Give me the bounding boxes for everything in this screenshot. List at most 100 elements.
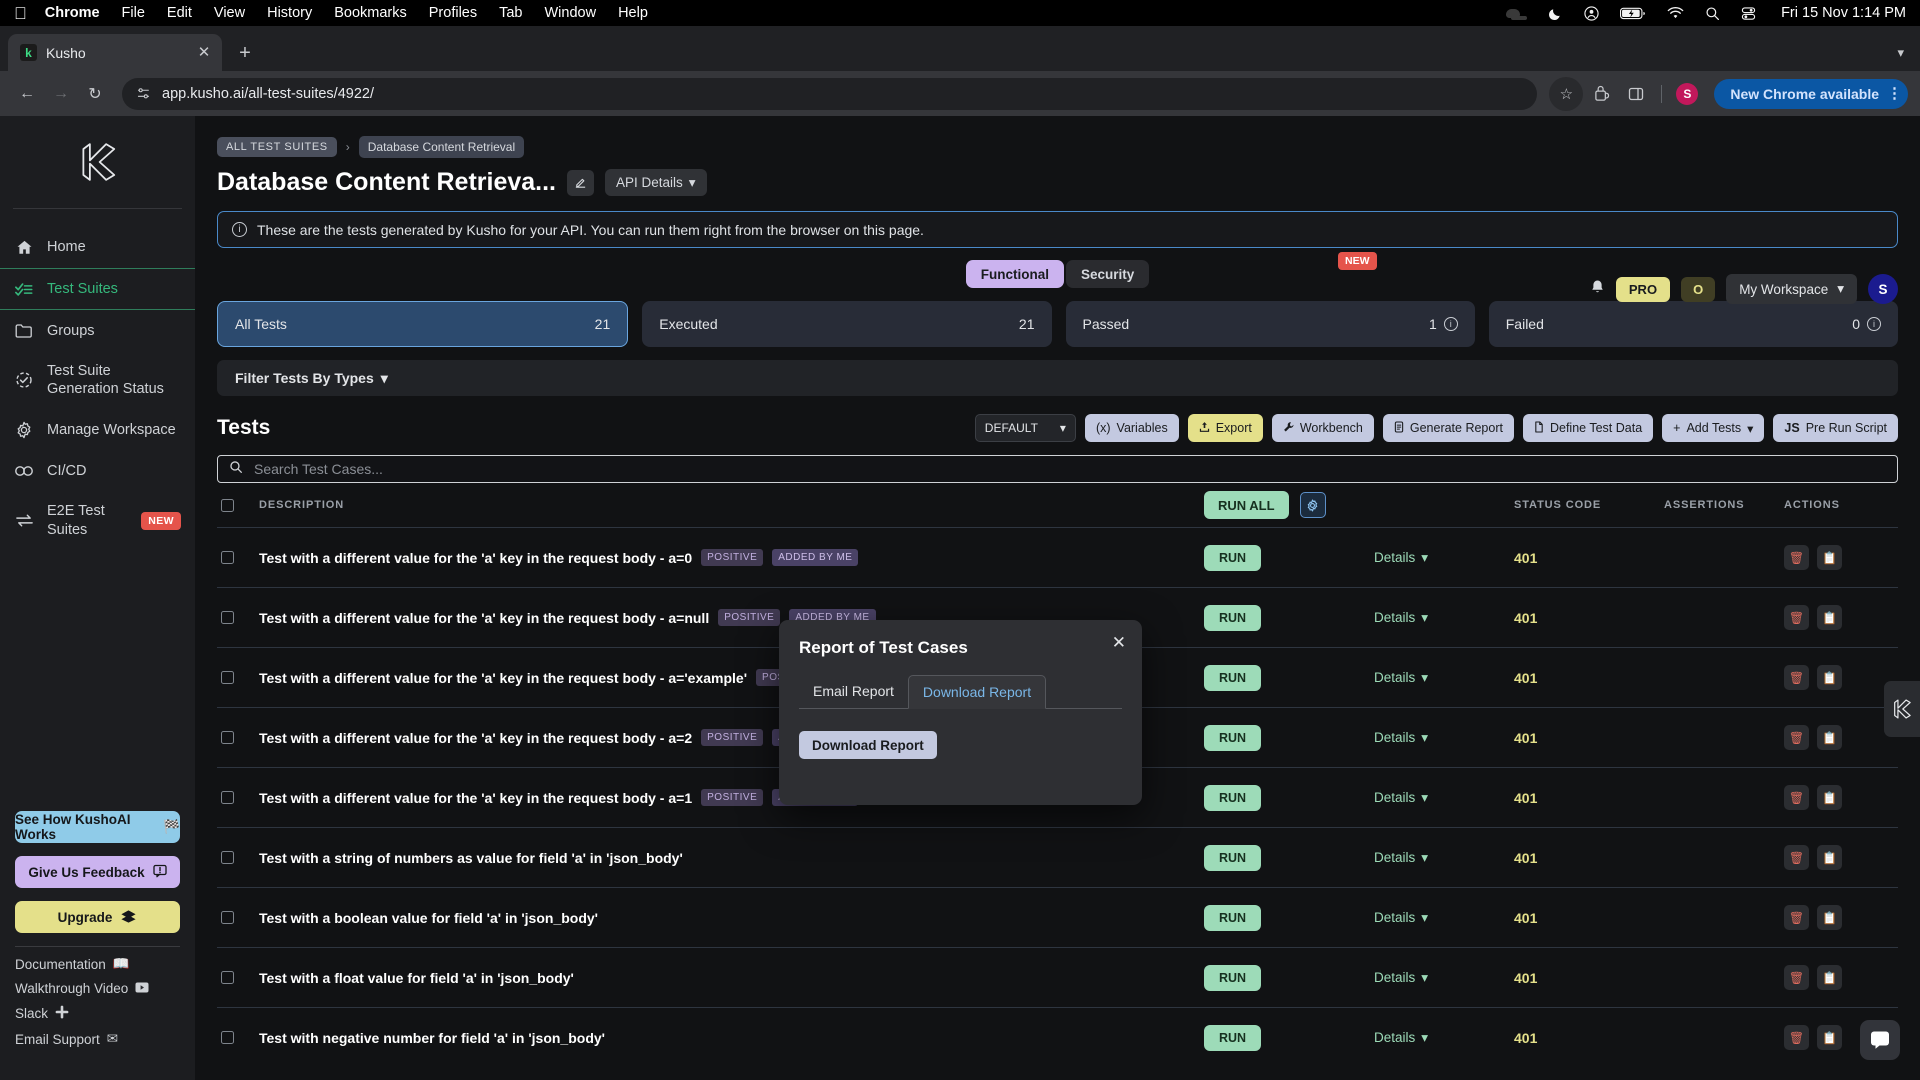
extensions-icon[interactable]	[1587, 79, 1617, 109]
run-button[interactable]: RUN	[1204, 604, 1261, 631]
menubar-clock[interactable]: Fri 15 Nov 1:14 PM	[1781, 5, 1906, 21]
menu-item-history[interactable]: History	[267, 5, 312, 21]
details-link[interactable]: Details ▾	[1374, 850, 1514, 866]
breadcrumb-current[interactable]: Database Content Retrieval	[358, 136, 525, 158]
run-button[interactable]: RUN	[1204, 844, 1261, 871]
address-bar[interactable]: app.kusho.ai/all-test-suites/4922/	[122, 77, 1538, 110]
site-settings-icon[interactable]	[136, 86, 151, 101]
stat-card-all-tests[interactable]: All Tests 21	[217, 301, 629, 347]
cloud-icon[interactable]	[1505, 7, 1528, 20]
trash-icon[interactable]: 🗑	[1784, 545, 1809, 570]
export-button[interactable]: Export	[1187, 414, 1263, 442]
details-link[interactable]: Details ▾	[1374, 610, 1514, 626]
run-button[interactable]: RUN	[1204, 664, 1261, 691]
tab-email-report[interactable]: Email Report	[799, 675, 908, 708]
copy-icon[interactable]: 📋	[1817, 665, 1842, 690]
run-all-button[interactable]: RUN ALL	[1204, 491, 1289, 519]
table-row[interactable]: Test with a different value for the 'a' …	[217, 527, 1898, 587]
run-button[interactable]: RUN	[1204, 964, 1261, 991]
table-row[interactable]: Test with a string of numbers as value f…	[217, 827, 1898, 887]
battery-charging-icon[interactable]	[1620, 7, 1646, 20]
workbench-button[interactable]: Workbench	[1271, 414, 1374, 442]
reload-icon[interactable]: ↻	[80, 79, 110, 109]
menu-item-file[interactable]: File	[122, 5, 145, 21]
sidebar-item-cicd[interactable]: CI/CD	[0, 450, 195, 491]
row-checkbox[interactable]	[221, 851, 259, 864]
run-button[interactable]: RUN	[1204, 724, 1261, 751]
details-link[interactable]: Details ▾	[1374, 1030, 1514, 1046]
row-checkbox[interactable]	[221, 971, 259, 984]
forward-arrow-icon[interactable]: →	[46, 79, 76, 109]
copy-icon[interactable]: 📋	[1817, 545, 1842, 570]
table-row[interactable]: Test with a float value for field 'a' in…	[217, 947, 1898, 1007]
copy-icon[interactable]: 📋	[1817, 725, 1842, 750]
sidebar-item-test-suites[interactable]: Test Suites	[0, 268, 195, 311]
menu-item-bookmarks[interactable]: Bookmarks	[334, 5, 407, 21]
email-support-link[interactable]: Email Support ✉	[15, 1031, 180, 1047]
menu-item-chrome[interactable]: Chrome	[45, 5, 100, 21]
give-us-feedback-button[interactable]: Give Us Feedback	[15, 856, 180, 888]
kusho-logo-icon[interactable]	[0, 116, 195, 208]
trash-icon[interactable]: 🗑	[1784, 845, 1809, 870]
define-test-data-button[interactable]: Define Test Data	[1522, 414, 1654, 442]
documentation-link[interactable]: Documentation 📖	[15, 956, 180, 972]
search-input[interactable]: Search Test Cases...	[217, 455, 1898, 483]
menu-item-tab[interactable]: Tab	[499, 5, 522, 21]
menu-item-view[interactable]: View	[214, 5, 245, 21]
star-icon[interactable]: ☆	[1549, 76, 1584, 111]
chat-icon[interactable]	[1860, 1020, 1900, 1060]
stat-card-passed[interactable]: Passed 1 i	[1065, 301, 1475, 347]
trash-icon[interactable]: 🗑	[1784, 905, 1809, 930]
run-button[interactable]: RUN	[1204, 784, 1261, 811]
info-icon[interactable]: i	[1443, 317, 1458, 331]
chrome-update-button[interactable]: New Chrome available ⋮	[1714, 78, 1908, 109]
run-button[interactable]: RUN	[1204, 544, 1261, 571]
row-checkbox[interactable]	[221, 1031, 259, 1044]
details-link[interactable]: Details ▾	[1374, 730, 1514, 746]
sidebar-item-home[interactable]: Home	[0, 227, 195, 268]
back-arrow-icon[interactable]: ←	[12, 79, 42, 109]
stat-card-failed[interactable]: Failed 0 i	[1488, 301, 1898, 347]
trash-icon[interactable]: 🗑	[1784, 665, 1809, 690]
pre-run-script-button[interactable]: JS Pre Run Script	[1773, 414, 1898, 442]
edit-icon[interactable]	[567, 169, 594, 196]
row-checkbox[interactable]	[221, 611, 259, 624]
row-checkbox[interactable]	[221, 911, 259, 924]
trash-icon[interactable]: 🗑	[1784, 965, 1809, 990]
slack-link[interactable]: Slack	[15, 1005, 180, 1022]
new-tab-icon[interactable]: +	[232, 43, 258, 63]
browser-tab-kusho[interactable]: k Kusho ✕	[8, 34, 222, 71]
sidebar-item-e2e-test-suites[interactable]: E2E Test Suites NEW	[0, 491, 195, 549]
control-center-icon[interactable]	[1741, 6, 1756, 21]
trash-icon[interactable]: 🗑	[1784, 605, 1809, 630]
table-row[interactable]: Test with a boolean value for field 'a' …	[217, 887, 1898, 947]
search-icon[interactable]	[1705, 6, 1720, 21]
table-row[interactable]: Test with negative number for field 'a' …	[217, 1007, 1898, 1067]
walkthrough-video-link[interactable]: Walkthrough Video	[15, 981, 180, 996]
wifi-icon[interactable]	[1667, 6, 1684, 20]
menu-item-profiles[interactable]: Profiles	[429, 5, 477, 21]
menu-item-help[interactable]: Help	[618, 5, 648, 21]
tab-download-report[interactable]: Download Report	[907, 675, 1047, 709]
menu-item-window[interactable]: Window	[545, 5, 597, 21]
copy-icon[interactable]: 📋	[1817, 1025, 1842, 1050]
run-button[interactable]: RUN	[1204, 1024, 1261, 1051]
row-checkbox[interactable]	[221, 791, 259, 804]
sidebar-item-manage-workspace[interactable]: Manage Workspace	[0, 409, 195, 450]
gear-icon[interactable]	[1299, 492, 1326, 518]
user-circle-icon[interactable]	[1584, 5, 1599, 21]
copy-icon[interactable]: 📋	[1817, 905, 1842, 930]
download-report-button[interactable]: Download Report	[799, 731, 937, 759]
tab-functional[interactable]: Functional	[965, 260, 1064, 288]
trash-icon[interactable]: 🗑	[1784, 785, 1809, 810]
variables-button[interactable]: (x) Variables	[1084, 414, 1179, 442]
kebab-menu-icon[interactable]: ⋮	[1887, 86, 1902, 101]
run-button[interactable]: RUN	[1204, 904, 1261, 931]
sidebar-item-groups[interactable]: Groups	[0, 310, 195, 351]
avatar[interactable]: S	[1672, 79, 1702, 109]
side-panel-icon[interactable]	[1621, 79, 1651, 109]
upgrade-button[interactable]: Upgrade	[15, 901, 180, 933]
moon-icon[interactable]	[1548, 6, 1563, 21]
row-checkbox[interactable]	[221, 731, 259, 744]
copy-icon[interactable]: 📋	[1817, 845, 1842, 870]
